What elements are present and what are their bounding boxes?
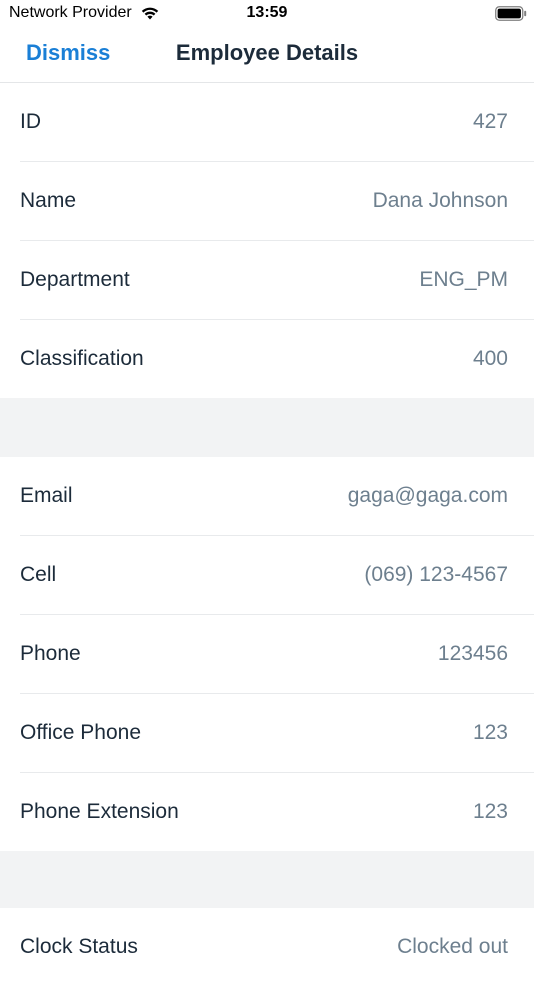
detail-row-cell[interactable]: Cell (069) 123-4567 xyxy=(20,536,534,615)
status-time: 13:59 xyxy=(246,4,288,21)
detail-row-email[interactable]: Email gaga@gaga.com xyxy=(20,457,534,536)
row-label: Name xyxy=(20,189,77,212)
contact-info-section: Email gaga@gaga.com Cell (069) 123-4567 … xyxy=(0,457,534,851)
dismiss-button[interactable]: Dismiss xyxy=(26,40,110,66)
row-value: 427 xyxy=(472,110,508,133)
detail-row-phone-extension[interactable]: Phone Extension 123 xyxy=(20,773,534,851)
detail-row-department: Department ENG_PM xyxy=(20,241,534,320)
row-label: Phone Extension xyxy=(20,800,179,823)
row-label: ID xyxy=(20,110,41,133)
row-value: 123456 xyxy=(437,642,508,665)
employee-info-section: ID 427 Name Dana Johnson Department ENG_… xyxy=(0,83,534,398)
row-value: 400 xyxy=(472,347,508,370)
row-label: Phone xyxy=(20,642,81,665)
row-label: Cell xyxy=(20,563,57,586)
row-label: Classification xyxy=(20,347,144,370)
detail-row-classification: Classification 400 xyxy=(20,320,534,398)
navigation-bar: Employee Details Dismiss xyxy=(0,28,534,83)
detail-row-clock-status: Clock Status Clocked out xyxy=(20,908,534,986)
row-value: (069) 123-4567 xyxy=(364,563,508,586)
clock-status-section: Clock Status Clocked out xyxy=(0,908,534,986)
battery-icon xyxy=(495,6,527,21)
row-label: Office Phone xyxy=(20,721,142,744)
detail-row-office-phone[interactable]: Office Phone 123 xyxy=(20,694,534,773)
detail-row-name: Name Dana Johnson xyxy=(20,162,534,241)
status-bar: Network Provider 13:59 xyxy=(0,0,534,28)
row-value: gaga@gaga.com xyxy=(347,484,508,507)
row-value: Dana Johnson xyxy=(372,189,508,212)
row-label: Clock Status xyxy=(20,935,138,958)
row-value: ENG_PM xyxy=(419,268,508,291)
row-label: Email xyxy=(20,484,73,507)
row-value: 123 xyxy=(472,721,508,744)
row-label: Department xyxy=(20,268,130,291)
detail-row-phone[interactable]: Phone 123456 xyxy=(20,615,534,694)
detail-row-id: ID 427 xyxy=(20,83,534,162)
row-value: Clocked out xyxy=(397,935,508,958)
row-value: 123 xyxy=(472,800,508,823)
